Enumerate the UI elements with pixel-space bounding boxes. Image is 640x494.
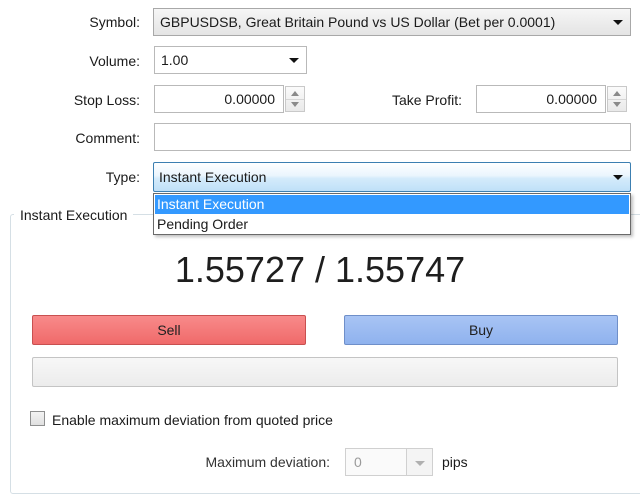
deviation-checkbox-label[interactable]: Enable maximum deviation from quoted pri… xyxy=(52,410,333,430)
arrow-down-icon xyxy=(613,102,621,107)
buy-button[interactable]: Buy xyxy=(344,315,618,345)
type-select-value: Instant Execution xyxy=(159,169,267,185)
symbol-select-value: GBPUSDSB, Great Britain Pound vs US Doll… xyxy=(160,14,556,30)
take-profit-input[interactable]: 0.00000 xyxy=(476,85,606,113)
volume-select[interactable]: 1.00 xyxy=(154,46,307,74)
volume-value: 1.00 xyxy=(161,52,189,68)
bid-ask-price: 1.55727 / 1.55747 xyxy=(174,249,466,290)
arrow-down-icon xyxy=(291,102,299,107)
take-profit-spinner[interactable] xyxy=(607,86,627,112)
deviation-checkbox[interactable] xyxy=(30,411,45,426)
stop-loss-spinner[interactable] xyxy=(285,86,305,112)
comment-input[interactable] xyxy=(154,123,631,151)
max-deviation-input[interactable]: 0 xyxy=(345,448,407,476)
stop-loss-label: Stop Loss: xyxy=(73,92,140,108)
type-option-instant-execution[interactable]: Instant Execution xyxy=(155,195,629,214)
arrow-up-icon xyxy=(613,91,621,96)
max-deviation-dropdown[interactable] xyxy=(407,448,433,476)
volume-label: Volume: xyxy=(89,53,140,69)
comment-label: Comment: xyxy=(75,130,140,146)
status-bar xyxy=(32,357,618,387)
type-option-pending-order[interactable]: Pending Order xyxy=(155,215,629,234)
symbol-select[interactable]: GBPUSDSB, Great Britain Pound vs US Doll… xyxy=(153,8,631,36)
execution-group-title: Instant Execution xyxy=(14,205,134,225)
type-label: Type: xyxy=(105,169,140,185)
type-dropdown-list: Instant Execution Pending Order xyxy=(153,193,631,235)
type-select[interactable]: Instant Execution xyxy=(153,162,631,192)
chevron-down-icon xyxy=(613,175,623,180)
max-deviation-unit: pips xyxy=(442,454,468,470)
symbol-label: Symbol: xyxy=(89,14,140,30)
take-profit-label: Take Profit: xyxy=(391,92,462,108)
max-deviation-label: Maximum deviation: xyxy=(205,454,331,470)
stop-loss-input[interactable]: 0.00000 xyxy=(154,85,284,113)
sell-button[interactable]: Sell xyxy=(32,315,306,345)
chevron-down-icon xyxy=(289,58,299,63)
chevron-down-icon xyxy=(613,20,623,25)
arrow-up-icon xyxy=(291,91,299,96)
